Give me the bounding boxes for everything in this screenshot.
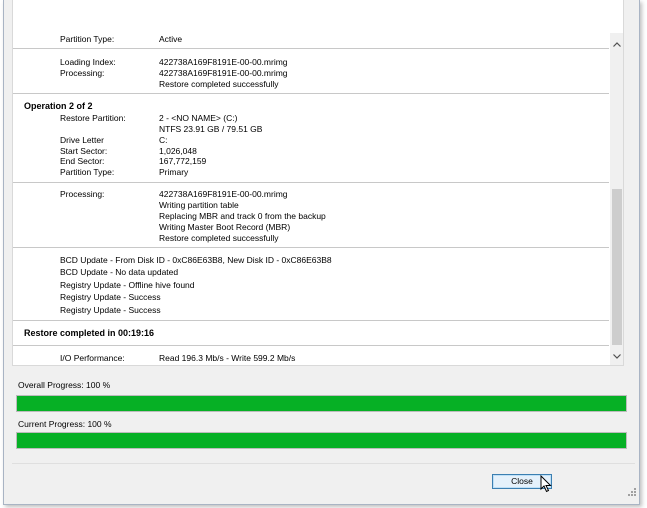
footer-divider (12, 463, 635, 464)
log-value: 2 - <NO NAME> (C:) (159, 113, 238, 123)
operation-heading: Operation 2 of 2 (24, 101, 93, 111)
restore-completed-text: Restore completed in 00:19:16 (24, 328, 155, 338)
log-divider (13, 48, 609, 49)
log-value: Writing Master Boot Record (MBR) (159, 222, 291, 232)
log-value: C: (159, 135, 168, 145)
log-scrollbar[interactable] (610, 33, 623, 365)
log-value: Replacing MBR and track 0 from the backu… (159, 211, 326, 221)
log-text: BCD Update - From Disk ID - 0xC86E63B8, … (60, 255, 332, 265)
log-divider (13, 345, 609, 346)
log-label: End Sector: (60, 156, 105, 166)
log-value: 422738A169F8191E-00-00.mrimg (159, 68, 288, 78)
log-value: Restore completed successfully (159, 79, 279, 89)
overall-progress-fill (17, 396, 626, 411)
log-row-bcd: BCD Update - From Disk ID - 0xC86E63B8, … (13, 255, 609, 266)
log-row-bcd: BCD Update - No data updated (13, 267, 609, 278)
log-row-processing: Processing: 422738A169F8191E-00-00.mrimg (13, 68, 609, 79)
log-row-restore-partition-cont: NTFS 23.91 GB / 79.51 GB (13, 124, 609, 135)
log-label: I/O Performance: (60, 353, 125, 363)
log-restore-completed: Restore completed in 00:19:16 (13, 328, 609, 339)
log-row-op2-processing-cont: Writing partition table (13, 200, 609, 211)
log-label: Processing: (60, 68, 105, 78)
log-row-restore-partition: Restore Partition: 2 - <NO NAME> (C:) (13, 113, 609, 124)
scroll-thumb[interactable] (612, 189, 622, 345)
log-label: Loading Index: (60, 57, 116, 67)
log-text: BCD Update - No data updated (60, 267, 179, 277)
log-row-partition-type-prev: Partition Type: Active (13, 34, 609, 45)
restore-log-content: Partition Type: Active Loading Index: 42… (13, 0, 609, 365)
log-row-registry: Registry Update - Success (13, 292, 609, 303)
log-text: Registry Update - Success (60, 305, 161, 315)
log-value: Writing partition table (159, 200, 239, 210)
mouse-cursor-icon (540, 475, 552, 493)
log-row-registry: Registry Update - Success (13, 305, 609, 316)
log-value: 422738A169F8191E-00-00.mrimg (159, 57, 288, 67)
log-text: Registry Update - Success (60, 292, 161, 302)
current-progress-bar (16, 432, 627, 449)
log-value: Restore completed successfully (159, 233, 279, 243)
restore-log-panel[interactable]: Partition Type: Active Loading Index: 42… (12, 0, 624, 366)
log-label: Processing: (60, 189, 105, 199)
scroll-up-icon[interactable] (610, 37, 623, 51)
log-label: Drive Letter (60, 135, 104, 145)
scroll-down-icon[interactable] (610, 349, 623, 363)
log-row-io-performance: I/O Performance: Read 196.3 Mb/s - Write… (13, 353, 609, 364)
log-row-op2-processing-cont: Writing Master Boot Record (MBR) (13, 222, 609, 233)
log-row-processing-cont: Restore completed successfully (13, 79, 609, 90)
log-value: Read 196.3 Mb/s - Write 599.2 Mb/s (159, 353, 296, 363)
log-divider (13, 182, 609, 183)
log-value: 422738A169F8191E-00-00.mrimg (159, 189, 288, 199)
log-label: Partition Type: (60, 167, 115, 177)
log-row-partition-type: Partition Type: Primary (13, 167, 609, 178)
overall-progress-label: Overall Progress: 100 % (18, 380, 111, 390)
log-divider (13, 320, 609, 321)
log-row-loading-index: Loading Index: 422738A169F8191E-00-00.mr… (13, 57, 609, 68)
log-value: NTFS 23.91 GB / 79.51 GB (159, 124, 263, 134)
log-value: Primary (159, 167, 189, 177)
log-row-op2-processing-cont: Restore completed successfully (13, 233, 609, 244)
log-value: Active (159, 34, 183, 44)
restore-dialog: Partition Type: Active Loading Index: 42… (3, 0, 640, 505)
resize-grip-icon[interactable] (627, 487, 637, 497)
overall-progress-bar (16, 395, 627, 412)
log-row-registry: Registry Update - Offline hive found (13, 280, 609, 291)
current-progress-label: Current Progress: 100 % (18, 419, 112, 429)
log-operation-heading: Operation 2 of 2 (13, 101, 609, 112)
log-text: Registry Update - Offline hive found (60, 280, 195, 290)
log-value: 167,772,159 (159, 156, 207, 166)
log-row-op2-processing: Processing: 422738A169F8191E-00-00.mrimg (13, 189, 609, 200)
log-row-drive-letter: Drive Letter C: (13, 135, 609, 146)
log-divider (13, 93, 609, 94)
log-label: Restore Partition: (60, 113, 126, 123)
log-label: Partition Type: (60, 34, 115, 44)
log-row-end-sector: End Sector: 167,772,159 (13, 156, 609, 167)
log-row-op2-processing-cont: Replacing MBR and track 0 from the backu… (13, 211, 609, 222)
log-divider (13, 247, 609, 248)
current-progress-fill (17, 433, 626, 448)
